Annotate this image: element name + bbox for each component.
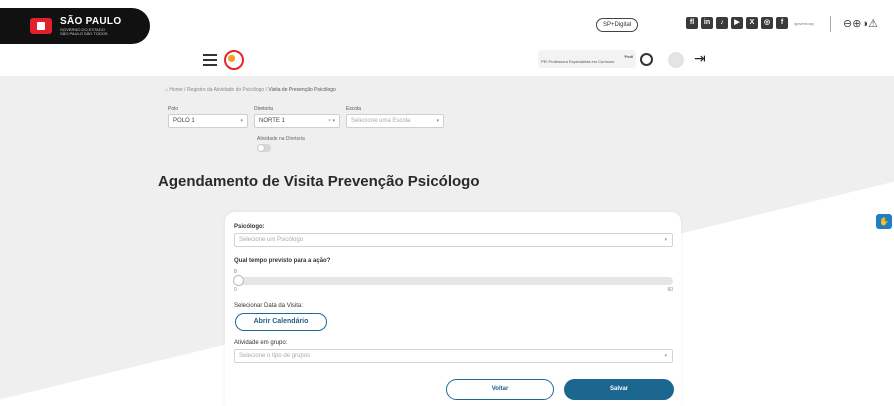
atividade-diretoria-label: Atividade na Diretoria	[257, 136, 305, 142]
profile-role: PEI Professora Especialista em Currículo	[541, 59, 615, 64]
chevron-down-icon: ▾	[436, 118, 439, 124]
polo-label: Polo	[168, 106, 179, 112]
escola-select[interactable]: Selecione uma Escola ▾	[346, 114, 444, 128]
psicologo-label: Psicólogo:	[234, 224, 265, 230]
switch-profile-icon[interactable]	[640, 53, 653, 66]
diretoria-label: Diretoria	[254, 106, 273, 112]
logout-icon[interactable]: ⇥	[694, 50, 706, 67]
breadcrumb: ⌂ Home / Registro da Atividade do Psicól…	[165, 87, 336, 93]
data-visita-label: Selecionar Data da Visita:	[234, 303, 303, 309]
open-calendar-button[interactable]: Abrir Calendário	[235, 313, 327, 331]
tiktok-icon[interactable]: ♪	[716, 17, 728, 29]
chevron-down-icon: ▾	[240, 118, 243, 124]
user-avatar[interactable]	[668, 52, 684, 68]
hamburger-menu-icon[interactable]	[203, 54, 217, 66]
polo-select[interactable]: POLO 1 ▾	[168, 114, 248, 128]
breadcrumb-current: Visita de Prevenção Psicólogo	[268, 87, 336, 93]
diretoria-select[interactable]: NORTE 1 × ▾	[254, 114, 340, 128]
visit-form-card: Psicólogo: Selecione um Psicólogo ▾ Qual…	[225, 212, 681, 406]
diretoria-controls[interactable]: × ▾	[328, 118, 335, 124]
chevron-down-icon: ▾	[664, 237, 667, 243]
atividade-diretoria-toggle[interactable]	[257, 144, 271, 152]
home-icon: ⌂	[165, 87, 169, 93]
salvar-button[interactable]: Salvar	[564, 379, 674, 400]
accessibility-tools[interactable]: ⊖⊕◑⚠	[843, 17, 878, 30]
psicologo-select[interactable]: Selecione um Psicólogo ▾	[234, 233, 673, 247]
tempo-current: 0	[234, 269, 237, 275]
logo-title: SÃO PAULO	[60, 15, 122, 27]
filters-row: Polo POLO 1 ▾ Diretoria NORTE 1 × ▾ Esco…	[168, 106, 444, 128]
chevron-down-icon: ▾	[664, 353, 667, 359]
instagram-icon[interactable]: ◎	[761, 17, 773, 29]
linkedin-icon[interactable]: in	[701, 17, 713, 29]
top-bar: SÃO PAULO GOVERNO DO ESTADO SÃO PAULO SÃ…	[0, 0, 894, 48]
grupo-label: Atividade em grupo:	[234, 340, 288, 346]
slider-min: 0	[234, 287, 237, 293]
youtube-icon[interactable]: ▶	[731, 17, 743, 29]
app-brand-icon[interactable]	[224, 50, 244, 70]
facebook-icon[interactable]: f	[776, 17, 788, 29]
sp-logo-icon	[30, 18, 52, 34]
escola-label: Escola	[346, 106, 362, 112]
slider-track[interactable]	[233, 275, 673, 286]
header-divider	[830, 16, 831, 32]
social-links: fl in ♪ ▶ X ◎ f /governosp	[686, 17, 828, 29]
slider-thumb[interactable]	[233, 275, 244, 286]
slider-max: 60	[667, 287, 673, 293]
flickr-icon[interactable]: fl	[686, 17, 698, 29]
breadcrumb-registro[interactable]: Registro da Atividade do Psicólogo	[187, 87, 264, 93]
x-icon[interactable]: X	[746, 17, 758, 29]
logo-tagline: SÃO PAULO SÃO TODOS	[60, 30, 108, 36]
sao-paulo-logo[interactable]: SÃO PAULO GOVERNO DO ESTADO SÃO PAULO SÃ…	[0, 8, 150, 44]
tempo-label: Qual tempo previsto para a ação?	[234, 258, 331, 264]
tempo-slider[interactable]: 0 0 60	[233, 269, 673, 293]
page-title: Agendamento de Visita Prevenção Psicólog…	[158, 173, 480, 190]
grupo-select[interactable]: Selecione o tipo de grupos ▾	[234, 349, 673, 363]
social-handle: /governosp	[794, 20, 814, 26]
profile-selector[interactable]: Pedi PEI Professora Especialista em Curr…	[538, 50, 636, 68]
sp-digital-link[interactable]: SP+Digital	[596, 18, 639, 32]
accessibility-hand-icon[interactable]: ✋	[876, 214, 892, 229]
breadcrumb-home[interactable]: Home	[169, 87, 182, 93]
voltar-button[interactable]: Voltar	[446, 379, 554, 400]
